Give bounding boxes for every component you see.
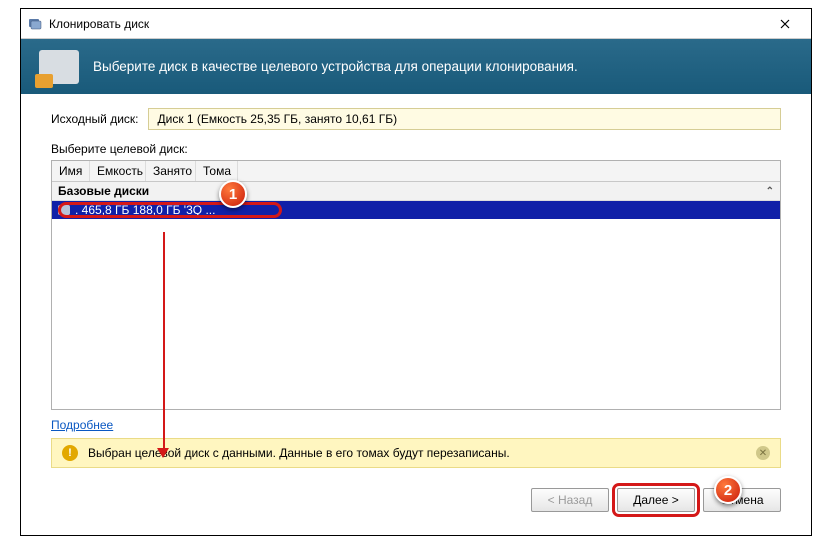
next-button[interactable]: Далее > (617, 488, 695, 512)
content-area: Исходный диск: Диск 1 (Емкость 25,35 ГБ,… (21, 94, 811, 476)
disk-grid: Имя Емкость Занято Тома Базовые диски ⌃ … (51, 160, 781, 410)
close-icon (780, 19, 790, 29)
annotation-marker-2: 2 (714, 476, 742, 504)
warning-icon: ! (62, 445, 78, 461)
warning-close-button[interactable]: ✕ (756, 446, 770, 460)
source-disk-row: Исходный диск: Диск 1 (Емкость 25,35 ГБ,… (51, 108, 781, 130)
grid-header: Имя Емкость Занято Тома (52, 161, 780, 182)
details-link-row: Подробнее (51, 418, 781, 432)
source-label: Исходный диск: (51, 112, 138, 126)
dialog-window: Клонировать диск Выберите диск в качеств… (20, 8, 812, 536)
details-link[interactable]: Подробнее (51, 418, 113, 432)
annotation-marker-1: 1 (219, 180, 247, 208)
source-value: Диск 1 (Емкость 25,35 ГБ, занято 10,61 Г… (148, 108, 781, 130)
grid-empty-area (52, 219, 780, 409)
target-label: Выберите целевой диск: (51, 142, 781, 156)
annotation-arrowhead (157, 448, 169, 458)
col-capacity[interactable]: Емкость (90, 161, 146, 181)
disk-row-text: . 465,8 ГБ 188,0 ГБ '3Q ... (75, 203, 215, 217)
close-button[interactable] (765, 10, 805, 38)
collapse-icon: ⌃ (766, 186, 774, 197)
col-volumes[interactable]: Тома (196, 161, 238, 181)
hdd-icon (58, 205, 70, 215)
window-title: Клонировать диск (49, 17, 765, 31)
col-name[interactable]: Имя (52, 161, 90, 181)
titlebar: Клонировать диск (21, 9, 811, 39)
disk-icon (39, 50, 79, 84)
banner-text: Выберите диск в качестве целевого устрой… (93, 59, 578, 74)
app-icon (27, 16, 43, 32)
annotation-arrow (163, 232, 165, 450)
back-button: < Назад (531, 488, 609, 512)
group-label: Базовые диски (58, 184, 149, 198)
header-banner: Выберите диск в качестве целевого устрой… (21, 39, 811, 94)
disk-row[interactable]: . 465,8 ГБ 188,0 ГБ '3Q ... (52, 201, 780, 219)
warning-text: Выбран целевой диск с данными. Данные в … (88, 446, 746, 460)
group-header[interactable]: Базовые диски ⌃ (52, 182, 780, 201)
footer-buttons: < Назад Далее > Отмена (21, 476, 811, 526)
col-used[interactable]: Занято (146, 161, 196, 181)
